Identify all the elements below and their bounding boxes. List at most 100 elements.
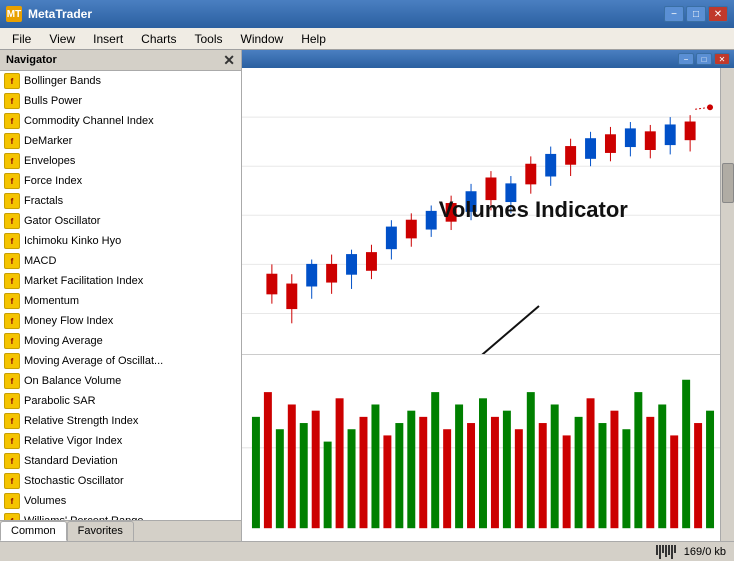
chart-area: − □ ✕ (242, 50, 734, 541)
list-item[interactable]: f Force Index (0, 171, 241, 191)
indicator-icon: f (4, 153, 20, 169)
indicator-label: Ichimoku Kinko Hyo (24, 235, 121, 247)
indicator-icon: f (4, 293, 20, 309)
indicator-icon: f (4, 113, 20, 129)
menu-help[interactable]: Help (293, 30, 334, 48)
indicator-icon: f (4, 253, 20, 269)
indicator-label: Momentum (24, 295, 79, 307)
indicator-label: Commodity Channel Index (24, 115, 154, 127)
menu-window[interactable]: Window (233, 30, 292, 48)
indicator-icon: f (4, 133, 20, 149)
indicator-label: Gator Oscillator (24, 215, 100, 227)
indicator-icon: f (4, 313, 20, 329)
tab-favorites[interactable]: Favorites (67, 521, 134, 541)
list-item[interactable]: f Commodity Channel Index (0, 111, 241, 131)
menu-tools[interactable]: Tools (187, 30, 231, 48)
indicator-label: On Balance Volume (24, 375, 121, 387)
indicator-label: Bollinger Bands (24, 75, 101, 87)
indicator-icon: f (4, 73, 20, 89)
list-item[interactable]: f Stochastic Oscillator (0, 471, 241, 491)
list-item[interactable]: f Moving Average of Oscillat... (0, 351, 241, 371)
list-item[interactable]: f Volumes (0, 491, 241, 511)
list-item[interactable]: f DeMarker (0, 131, 241, 151)
indicator-label: Stochastic Oscillator (24, 475, 124, 487)
scrollbar[interactable] (720, 68, 734, 541)
indicator-label: Market Facilitation Index (24, 275, 143, 287)
list-item[interactable]: f Parabolic SAR (0, 391, 241, 411)
chart-maximize-button[interactable]: □ (696, 53, 712, 65)
chart-background[interactable]: − □ ✕ (242, 50, 734, 541)
indicator-label: Bulls Power (24, 95, 82, 107)
indicator-label: Force Index (24, 175, 82, 187)
indicator-icon: f (4, 453, 20, 469)
navigator-tabs: Common Favorites (0, 520, 241, 541)
indicator-icon: f (4, 513, 20, 520)
memory-status: 169/0 kb (684, 546, 726, 558)
indicator-label: Moving Average of Oscillat... (24, 355, 163, 367)
menu-insert[interactable]: Insert (85, 30, 131, 48)
volume-chart (242, 354, 720, 541)
title-bar: MT MetaTrader − □ ✕ (0, 0, 734, 28)
indicator-icon: f (4, 213, 20, 229)
scrollbar-thumb[interactable] (722, 163, 734, 203)
indicator-icon: f (4, 373, 20, 389)
list-item[interactable]: f Market Facilitation Index (0, 271, 241, 291)
list-item[interactable]: f Envelopes (0, 151, 241, 171)
close-button[interactable]: ✕ (708, 6, 728, 22)
menu-view[interactable]: View (41, 30, 83, 48)
app-icon: MT (6, 6, 22, 22)
indicator-icon: f (4, 353, 20, 369)
indicator-label: MACD (24, 255, 56, 267)
indicator-icon: f (4, 193, 20, 209)
menu-bar: File View Insert Charts Tools Window Hel… (0, 28, 734, 50)
indicator-icon: f (4, 493, 20, 509)
list-item[interactable]: f Bollinger Bands (0, 71, 241, 91)
navigator-title: Navigator (6, 54, 57, 66)
indicator-icon: f (4, 413, 20, 429)
navigator-list[interactable]: f Bollinger Bands f Bulls Power f Commod… (0, 71, 241, 520)
indicator-icon: f (4, 393, 20, 409)
chart-minimize-button[interactable]: − (678, 53, 694, 65)
indicator-label: Volumes (24, 495, 66, 507)
list-item[interactable]: f Relative Strength Index (0, 411, 241, 431)
chart-title-bar: − □ ✕ (242, 50, 734, 68)
indicator-label: Relative Strength Index (24, 415, 138, 427)
list-item[interactable]: f Gator Oscillator (0, 211, 241, 231)
minimize-button[interactable]: − (664, 6, 684, 22)
list-item[interactable]: f Momentum (0, 291, 241, 311)
status-icon (656, 545, 676, 559)
indicator-label: Envelopes (24, 155, 75, 167)
indicator-icon: f (4, 173, 20, 189)
list-item[interactable]: f Bulls Power (0, 91, 241, 111)
indicator-label: Money Flow Index (24, 315, 113, 327)
indicator-label: Relative Vigor Index (24, 435, 122, 447)
indicator-icon: f (4, 433, 20, 449)
indicator-label: Standard Deviation (24, 455, 118, 467)
list-item[interactable]: f Relative Vigor Index (0, 431, 241, 451)
list-item[interactable]: f Money Flow Index (0, 311, 241, 331)
window-title: MetaTrader (28, 7, 92, 21)
navigator-header: Navigator ✕ (0, 50, 241, 71)
indicator-icon: f (4, 93, 20, 109)
navigator-close-button[interactable]: ✕ (223, 53, 235, 67)
indicator-icon: f (4, 273, 20, 289)
list-item[interactable]: f Fractals (0, 191, 241, 211)
indicator-label: Fractals (24, 195, 63, 207)
list-item[interactable]: f Ichimoku Kinko Hyo (0, 231, 241, 251)
tab-common[interactable]: Common (0, 521, 67, 541)
indicator-label: Parabolic SAR (24, 395, 96, 407)
indicator-icon: f (4, 233, 20, 249)
list-item[interactable]: f Standard Deviation (0, 451, 241, 471)
maximize-button[interactable]: □ (686, 6, 706, 22)
list-item[interactable]: f Williams' Percent Range (0, 511, 241, 520)
menu-file[interactable]: File (4, 30, 39, 48)
menu-charts[interactable]: Charts (133, 30, 184, 48)
list-item[interactable]: f Moving Average (0, 331, 241, 351)
chart-close-button[interactable]: ✕ (714, 53, 730, 65)
list-item[interactable]: f MACD (0, 251, 241, 271)
list-item[interactable]: f On Balance Volume (0, 371, 241, 391)
status-bar: 169/0 kb (0, 541, 734, 561)
indicator-icon: f (4, 333, 20, 349)
navigator-panel: Navigator ✕ f Bollinger Bands f Bulls Po… (0, 50, 242, 541)
indicator-label: Moving Average (24, 335, 103, 347)
